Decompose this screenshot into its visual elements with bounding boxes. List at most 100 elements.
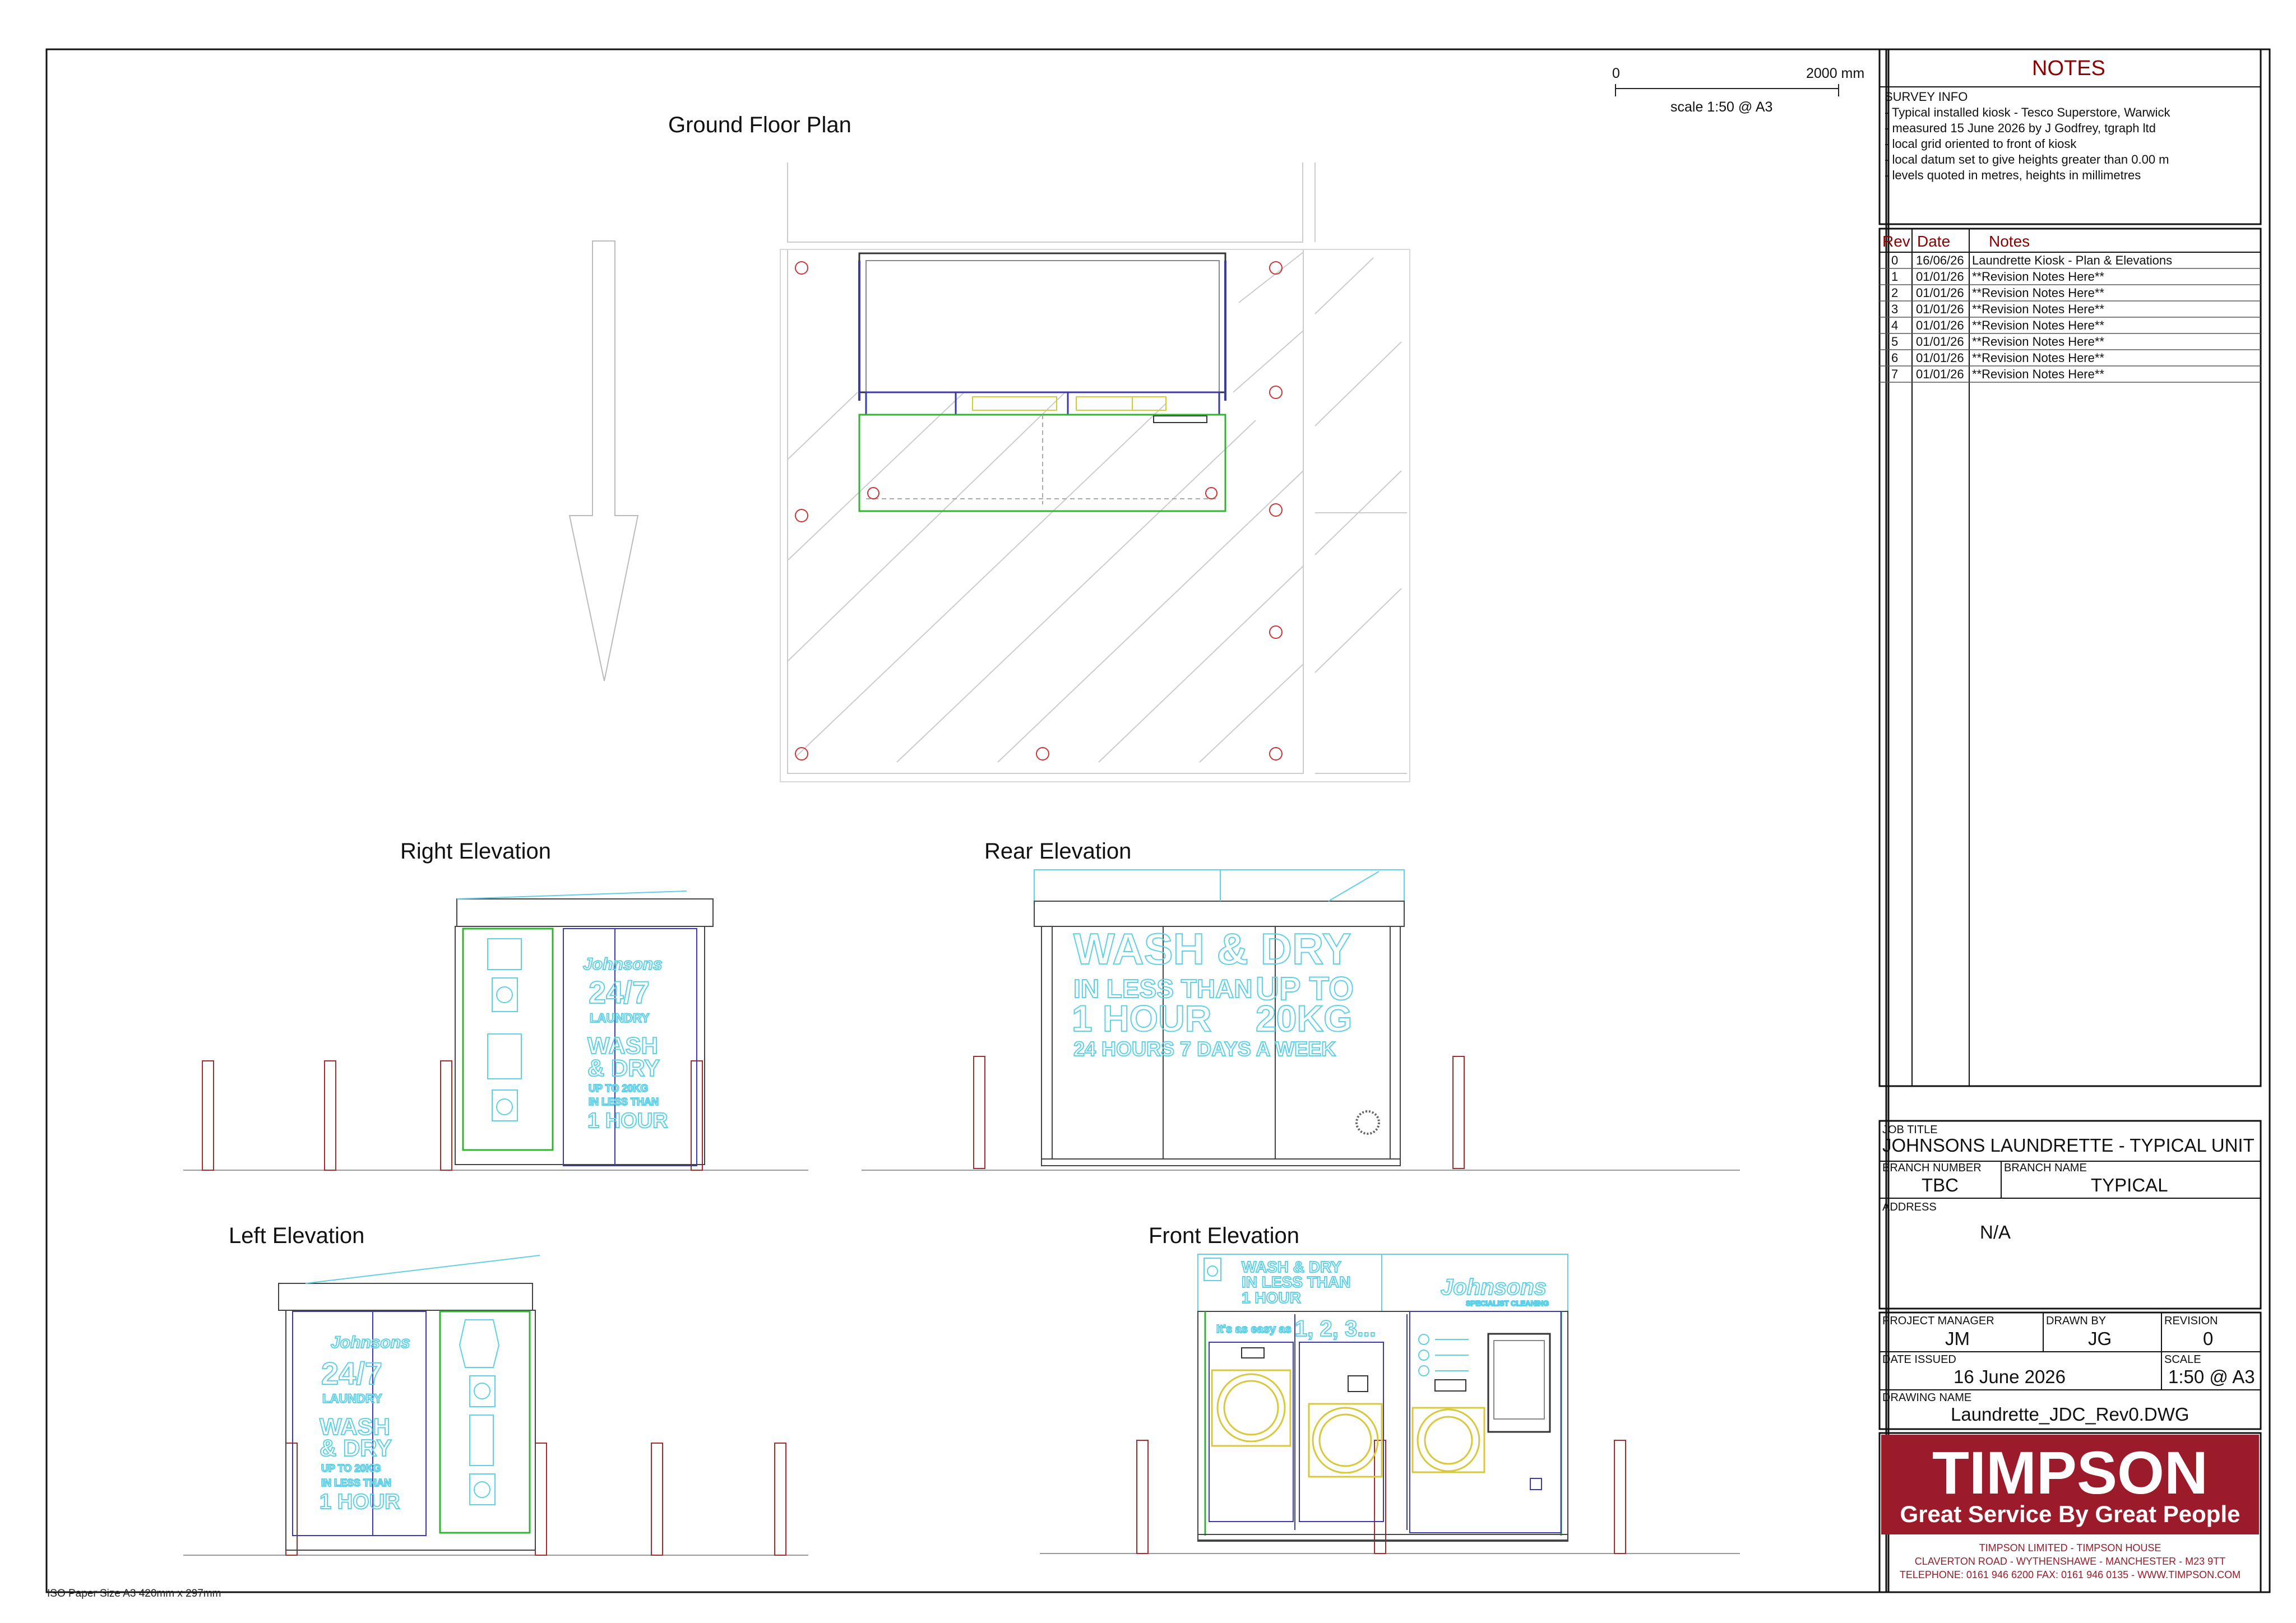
right-hour: 1 HOUR [587,1109,668,1133]
view-title-left: Left Elevation [229,1223,364,1248]
view-title-plan: Ground Floor Plan [668,113,851,137]
left-upto: UP TO 20KG [321,1463,381,1474]
revision-row-rev: 2 [1891,286,1898,300]
rear-20kg: 20KG [1256,998,1352,1039]
north-arrow-icon [568,240,639,681]
company-line-2: CLAVERTON ROAD - WYTHENSHAWE - MANCHESTE… [1915,1556,2225,1567]
scale-label: SCALE [2164,1353,2201,1366]
view-title-front: Front Elevation [1149,1223,1299,1248]
rear-wash-dry: WASH & DRY [1073,924,1351,973]
revision-row-note: **Revision Notes Here** [1972,270,2104,284]
pm-label: PROJECT MANAGER [1882,1315,1994,1327]
kiosk-footprint [858,252,1226,393]
revision-row-rev: 7 [1891,367,1898,381]
front-brand-sub: SPECIALIST CLEANING [1466,1299,1549,1307]
notes-line-3: - local grid oriented to front of kiosk [1885,137,2077,151]
left-panel-icons [459,1319,500,1505]
notes-panel: NOTES SURVEY INFO - Typical installed ki… [1878,48,2262,225]
revision-row-date: 01/01/26 [1916,367,1964,381]
right-panel-icons [487,938,522,1121]
revision-row-rev: 3 [1891,302,1898,316]
notes-title: NOTES [2032,57,2105,80]
revision-row-note: **Revision Notes Here** [1972,302,2104,316]
right-laundry: LAUNDRY [590,1011,650,1025]
drawn: JG [2088,1328,2112,1349]
left-laundry: LAUNDRY [322,1392,382,1406]
revision-row-rev: 6 [1891,351,1898,365]
revision-row-note: **Revision Notes Here** [1972,335,2104,349]
rear-elevation: WASH & DRY IN LESS THAN UP TO 1 HOUR 20K… [862,869,1740,1171]
company-line-1: TIMPSON LIMITED - TIMPSON HOUSE [1979,1542,2161,1554]
left-inless: IN LESS THAN [321,1477,391,1488]
scale-bar-start: 0 [1612,66,1620,81]
revision-row-date: 01/01/26 [1916,286,1964,300]
job-title-label: JOB TITLE [1882,1124,1938,1136]
left-brand-script: Johnsons [331,1333,410,1352]
notes-line-2: - measured 15 June 2026 by J Godfrey, tg… [1885,121,2156,135]
right-dry: & DRY [587,1055,660,1081]
revision-row-note: **Revision Notes Here** [1972,367,2104,381]
revision-row-rev: 4 [1891,318,1898,332]
paving-hatch [787,252,1402,763]
front-brand-script: Johnsons [1441,1275,1547,1300]
drawn-label: DRAWN BY [2046,1315,2106,1327]
revision-row-rev: 0 [1891,253,1898,267]
title-block: JOB TITLE JOHNSONS LAUNDRETTE - TYPICAL … [1878,1120,2262,1593]
revision-row-date: 01/01/26 [1916,318,1964,332]
scale-bar-label: scale 1:50 @ A3 [1670,99,1772,115]
drawing-name-label: DRAWING NAME [1882,1392,1971,1404]
right-brand-script: Johnsons [583,955,663,973]
revision: 0 [2203,1328,2213,1349]
revision-row-rev: 1 [1891,270,1898,284]
branch-name: TYPICAL [2091,1175,2168,1195]
revision-row-note: **Revision Notes Here** [1972,351,2104,365]
right-upto: UP TO 20KG [589,1083,648,1094]
company-line-3: TELEPHONE: 0161 946 6200 FAX: 0161 946 0… [1900,1569,2241,1580]
branch-number-label: BRANCH NUMBER [1882,1162,1982,1174]
left-hour: 1 HOUR [320,1490,400,1514]
rev-header-rev: Rev [1882,233,1910,250]
view-title-right: Right Elevation [400,839,551,864]
timpson-logo: TIMPSON [1932,1439,2208,1506]
rear-1-hour: 1 HOUR [1072,998,1211,1039]
revision-row-rev: 5 [1891,335,1898,349]
address: N/A [1980,1222,2011,1242]
front-head-2: IN LESS THAN [1242,1273,1350,1291]
right-inless: IN LESS THAN [589,1096,659,1107]
rear-24-hours: 24 HOURS 7 DAYS A WEEK [1073,1037,1336,1060]
branch-number: TBC [1922,1175,1959,1195]
revision-row-date: 01/01/26 [1916,335,1964,349]
ground-floor-plan [568,163,1410,782]
revision-row-date: 01/01/26 [1916,351,1964,365]
pm: JM [1945,1328,1970,1349]
front-easy: It's as easy as [1216,1323,1292,1336]
right-247: 24/7 [589,975,650,1010]
revision-row-date: 01/01/26 [1916,270,1964,284]
timpson-tagline: Great Service By Great People [1900,1501,2241,1527]
front-steps: 1, 2, 3... [1295,1316,1376,1341]
notes-line-4: - local datum set to give heights greate… [1885,152,2169,166]
revision-row-date: 16/06/26 [1916,253,1964,267]
vent-icon [1355,1110,1380,1135]
revision-row-note: **Revision Notes Here** [1972,318,2104,332]
job-title: JOHNSONS LAUNDRETTE - TYPICAL UNIT [1882,1135,2255,1156]
paper-size-note: ISO Paper Size A3 420mm x 297mm [47,1588,221,1599]
left-247: 24/7 [321,1356,382,1391]
scale-bar-end: 2000 mm [1806,66,1864,81]
notes-heading: SURVEY INFO [1885,90,1968,104]
drawing-sheet: 0 2000 mm scale 1:50 @ A3 Ground Floor P… [45,48,2271,1593]
revision-row-note: **Revision Notes Here** [1972,286,2104,300]
scale-bar: 0 2000 mm scale 1:50 @ A3 [1612,66,1864,115]
address-label: ADDRESS [1882,1201,1937,1213]
rev-header-notes: Notes [1989,233,2030,250]
scale: 1:50 @ A3 [2168,1366,2255,1387]
front-elevation: WASH & DRY IN LESS THAN 1 HOUR Johnsons … [1040,1254,1740,1554]
revision-label: REVISION [2164,1315,2218,1327]
revision-row-date: 01/01/26 [1916,302,1964,316]
revision-row-note: Laundrette Kiosk - Plan & Elevations [1972,253,2172,267]
revision-table: Rev Date Notes 0 16/06/26 Laundrette Kiosk… [1878,228,2262,1087]
date-label: DATE ISSUED [1882,1353,1956,1366]
branch-name-label: BRANCH NAME [2004,1162,2087,1174]
drawing-name: Laundrette_JDC_Rev0.DWG [1951,1404,2189,1425]
front-head-3: 1 HOUR [1242,1289,1301,1306]
